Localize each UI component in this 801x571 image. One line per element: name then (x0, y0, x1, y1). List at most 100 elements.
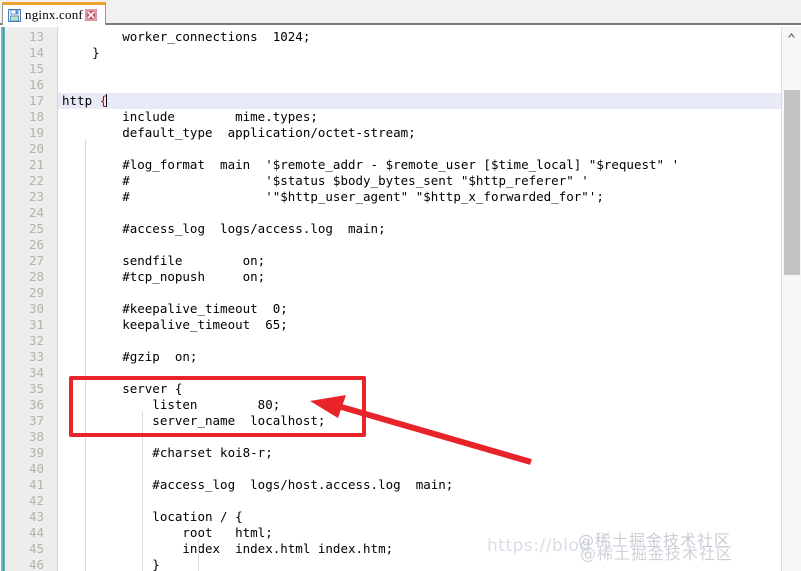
line-number: 23 (28, 189, 44, 204)
code-line-text: #charset koi8-r; (62, 445, 273, 460)
floppy-disk-icon (8, 8, 21, 22)
code-line[interactable]: include mime.types; (58, 109, 781, 125)
code-line-text: listen 80; (62, 397, 281, 412)
line-number: 42 (28, 493, 44, 508)
code-line-text (58, 141, 62, 157)
line-number: 16 (28, 77, 44, 92)
close-x-icon[interactable] (84, 9, 97, 21)
line-number: 26 (28, 237, 44, 252)
code-line-text: default_type application/octet-stream; (62, 125, 416, 140)
indent-guide-1 (85, 139, 86, 571)
code-line[interactable]: http { (58, 93, 781, 109)
tab-label: nginx.conf (25, 7, 83, 22)
code-line[interactable] (58, 461, 781, 477)
code-line[interactable]: worker_connections 1024; (58, 29, 781, 45)
watermark-community-2: @稀土掘金技术社区 (580, 544, 734, 563)
code-line[interactable]: # '$status $body_bytes_sent "$http_refer… (58, 173, 781, 189)
text-caret (106, 94, 108, 107)
line-number: 37 (28, 413, 44, 428)
line-number: 36 (28, 397, 44, 412)
code-line[interactable]: #access_log logs/access.log main; (58, 221, 781, 237)
code-line-text: sendfile on; (62, 253, 266, 268)
line-number: 32 (28, 333, 44, 348)
line-number: 18 (28, 109, 44, 124)
code-line-text: #access_log logs/access.log main; (62, 221, 386, 236)
line-number: 35 (28, 381, 44, 396)
tab-bar: nginx.conf (0, 0, 801, 25)
code-line-text (58, 237, 62, 253)
line-number: 38 (28, 429, 44, 444)
code-line[interactable]: keepalive_timeout 65; (58, 317, 781, 333)
code-line-text (58, 493, 62, 509)
tab-bar-empty-area (106, 2, 801, 24)
line-number: 14 (28, 45, 44, 60)
code-line[interactable] (58, 493, 781, 509)
code-line[interactable] (58, 141, 781, 157)
line-number: 44 (28, 525, 44, 540)
line-number: 22 (28, 173, 44, 188)
code-line-text (58, 333, 62, 349)
line-number: 21 (28, 157, 44, 172)
line-number: 24 (28, 205, 44, 220)
code-line-text: keepalive_timeout 65; (62, 317, 288, 332)
code-line[interactable]: #access_log logs/host.access.log main; (58, 477, 781, 493)
line-number: 17 (28, 93, 44, 108)
line-number: 43 (28, 509, 44, 524)
code-line[interactable]: default_type application/octet-stream; (58, 125, 781, 141)
code-line[interactable]: #tcp_nopush on; (58, 269, 781, 285)
code-line[interactable] (58, 285, 781, 301)
code-line[interactable]: #charset koi8-r; (58, 445, 781, 461)
code-line-text: #tcp_nopush on; (62, 269, 266, 284)
code-line-text: index index.html index.htm; (62, 541, 394, 556)
vertical-scrollbar[interactable] (781, 27, 801, 571)
code-line-text: http { (62, 93, 108, 108)
code-line[interactable] (58, 429, 781, 445)
line-number: 33 (28, 349, 44, 364)
line-number: 41 (28, 477, 44, 492)
code-line[interactable]: location / { (58, 509, 781, 525)
code-line-text (58, 461, 62, 477)
code-line-text: #gzip on; (62, 349, 198, 364)
tab-nginx-conf[interactable]: nginx.conf (2, 2, 106, 25)
code-line-text: include mime.types; (62, 109, 318, 124)
line-number: 13 (28, 29, 44, 44)
code-line-text (58, 365, 62, 381)
code-line[interactable] (58, 205, 781, 221)
line-number: 27 (28, 253, 44, 268)
line-number: 28 (28, 269, 44, 284)
code-line-text: server_name localhost; (62, 413, 326, 428)
code-line[interactable]: } (58, 45, 781, 61)
code-line[interactable]: server_name localhost; (58, 413, 781, 429)
line-number: 29 (28, 285, 44, 300)
line-number: 19 (28, 125, 44, 140)
code-line[interactable] (58, 237, 781, 253)
code-line[interactable]: listen 80; (58, 397, 781, 413)
code-editor-window: nginx.conf 13 14 15 16 17 18 19 20 21 22 23 24 25 26 2… (0, 0, 801, 571)
line-number: 45 (28, 541, 44, 556)
code-line-text (58, 429, 62, 445)
code-line-text (58, 285, 62, 301)
code-line[interactable]: #keepalive_timeout 0; (58, 301, 781, 317)
scrollbar-thumb[interactable] (784, 90, 800, 275)
line-number: 20 (28, 141, 44, 156)
line-number: 34 (28, 365, 44, 380)
code-line[interactable]: server { (58, 381, 781, 397)
current-line-highlight (58, 93, 781, 109)
code-line[interactable]: #gzip on; (58, 349, 781, 365)
code-line[interactable] (58, 365, 781, 381)
code-line[interactable]: # '"$http_user_agent" "$http_x_forwarded… (58, 189, 781, 205)
code-line[interactable] (58, 333, 781, 349)
code-line-text: } (62, 45, 100, 60)
line-number: 39 (28, 445, 44, 460)
code-line-text: } (62, 557, 160, 571)
code-line[interactable]: sendfile on; (58, 253, 781, 269)
chevron-up-icon[interactable] (782, 27, 801, 44)
code-line[interactable]: #log_format main '$remote_addr - $remote… (58, 157, 781, 173)
line-number: 25 (28, 221, 44, 236)
code-line-text (58, 77, 62, 93)
code-line-text: # '$status $body_bytes_sent "$http_refer… (62, 173, 589, 188)
code-line[interactable] (58, 77, 781, 93)
code-text-area[interactable]: worker_connections 1024; } http { include… (58, 27, 781, 571)
code-line[interactable] (58, 61, 781, 77)
line-number: 46 (28, 557, 44, 571)
